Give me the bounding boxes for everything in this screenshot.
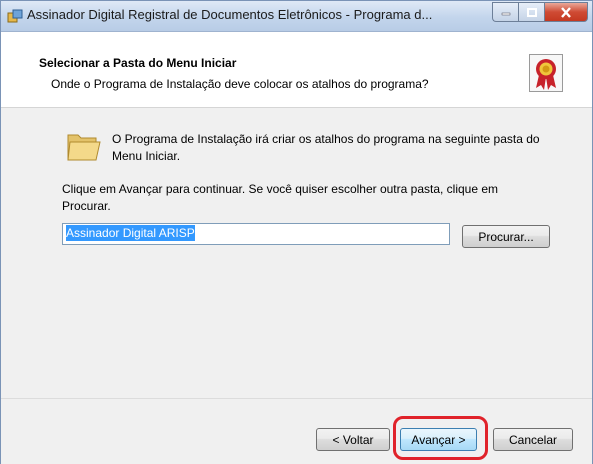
close-button[interactable] bbox=[544, 2, 588, 22]
folder-input-value: Assinador Digital ARISP bbox=[66, 225, 195, 241]
start-menu-folder-input[interactable]: Assinador Digital ARISP bbox=[62, 223, 450, 245]
wizard-header: Selecionar a Pasta do Menu Iniciar Onde … bbox=[1, 32, 592, 108]
maximize-icon bbox=[526, 7, 537, 17]
minimize-icon bbox=[501, 12, 510, 16]
folder-icon bbox=[66, 129, 102, 163]
window-controls bbox=[492, 2, 588, 22]
award-ribbon-icon bbox=[529, 54, 563, 92]
page-title: Selecionar a Pasta do Menu Iniciar bbox=[39, 56, 237, 70]
browse-button[interactable]: Procurar... bbox=[462, 225, 550, 248]
window-title: Assinador Digital Registral de Documento… bbox=[27, 7, 433, 22]
next-button-highlight bbox=[393, 416, 488, 460]
cancel-button[interactable]: Cancelar bbox=[493, 428, 573, 451]
page-subtitle: Onde o Programa de Instalação deve coloc… bbox=[51, 77, 429, 91]
installer-icon bbox=[7, 9, 23, 23]
maximize-button[interactable] bbox=[518, 2, 544, 22]
continue-instructions: Clique em Avançar para continuar. Se voc… bbox=[62, 182, 499, 213]
back-button[interactable]: < Voltar bbox=[316, 428, 390, 451]
installer-window: Assinador Digital Registral de Documento… bbox=[0, 0, 593, 464]
title-bar[interactable]: Assinador Digital Registral de Documento… bbox=[1, 1, 592, 32]
folder-description: O Programa de Instalação irá criar os at… bbox=[112, 132, 540, 163]
close-icon bbox=[561, 6, 571, 18]
minimize-button[interactable] bbox=[492, 2, 518, 22]
